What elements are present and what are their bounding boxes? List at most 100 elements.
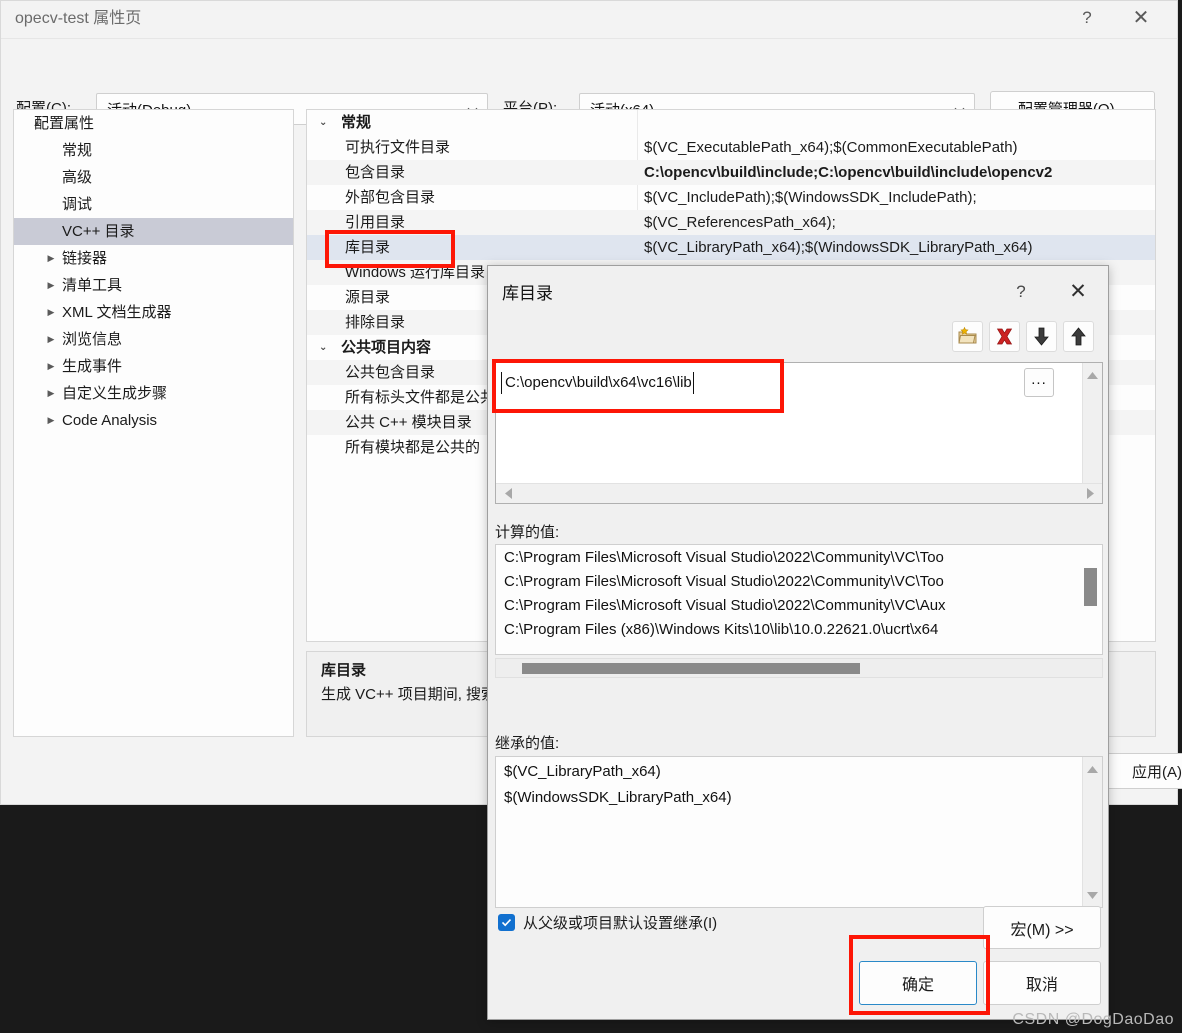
apply-button[interactable]: 应用(A) (1101, 753, 1182, 789)
computed-values-label: 计算的值: (495, 524, 560, 541)
property-category-row[interactable]: ⌄ 常规 (307, 110, 1155, 135)
tree-item-4[interactable]: VC++ 目录 (14, 218, 293, 245)
computed-value-line: C:\Program Files\Microsoft Visual Studio… (504, 573, 944, 590)
tree-item-5[interactable]: ▶ 链接器 (14, 245, 293, 272)
property-row[interactable]: 引用目录 $(VC_ReferencesPath_x64); (307, 210, 1155, 235)
tree-item-3[interactable]: 调试 (14, 191, 293, 218)
tree-item-10[interactable]: ▶ 自定义生成步骤 (14, 380, 293, 407)
inherited-value-line: $(VC_LibraryPath_x64) (504, 763, 661, 780)
move-down-icon[interactable] (1026, 321, 1057, 352)
tree-item-label: 浏览信息 (62, 331, 123, 348)
directories-list[interactable]: C:\opencv\build\x64\vc16\lib ... (495, 362, 1103, 504)
tree-collapse-icon[interactable]: ▶ (42, 245, 60, 272)
dialog-toolbar (952, 321, 1094, 353)
property-row[interactable]: 库目录 $(VC_LibraryPath_x64);$(WindowsSDK_Li… (307, 235, 1155, 260)
directory-edit-input[interactable]: C:\opencv\build\x64\vc16\lib (497, 364, 1055, 404)
scroll-up-icon[interactable] (1083, 366, 1102, 384)
tree-collapse-icon[interactable]: ▶ (42, 326, 60, 353)
tree-item-2[interactable]: 高级 (14, 164, 293, 191)
property-value[interactable]: C:\opencv\build\include;C:\opencv\build\… (644, 160, 1052, 185)
tree-collapse-icon[interactable]: ▶ (42, 407, 60, 434)
browse-button[interactable]: ... (1024, 368, 1054, 397)
tree-collapse-icon[interactable]: ▶ (42, 272, 60, 299)
computed-value-line: C:\Program Files\Microsoft Visual Studio… (504, 549, 944, 566)
inherit-checkbox[interactable] (498, 914, 515, 931)
tree-item-8[interactable]: ▶ 浏览信息 (14, 326, 293, 353)
help-icon[interactable]: ? (1004, 276, 1038, 308)
help-icon[interactable]: ? (1064, 1, 1110, 34)
tree-item-label: 高级 (62, 169, 93, 186)
property-row[interactable]: 可执行文件目录 $(VC_ExecutablePath_x64);$(Common… (307, 135, 1155, 160)
cancel-button[interactable]: 取消 (983, 961, 1101, 1005)
tree-item-label: 清单工具 (62, 277, 123, 294)
tree-item-label: 生成事件 (62, 358, 123, 375)
configuration-tree[interactable]: ▲ 配置属性 常规 高级 调试 VC++ 目录 ▶ 链接器 ▶ 清单工具 ▶ XML 文档生成器 ▶ 浏览… (13, 109, 294, 737)
list-horizontal-scrollbar[interactable] (496, 483, 1102, 503)
tree-item-label: 链接器 (62, 250, 108, 267)
tree-collapse-icon[interactable]: ▶ (42, 353, 60, 380)
tree-item-label: VC++ 目录 (62, 223, 135, 240)
tree-collapse-icon[interactable]: ▶ (42, 299, 60, 326)
tree-item-7[interactable]: ▶ XML 文档生成器 (14, 299, 293, 326)
inherited-values-label: 继承的值: (495, 735, 560, 752)
description-title: 库目录 (321, 662, 367, 679)
tree-item-9[interactable]: ▶ 生成事件 (14, 353, 293, 380)
property-name: 排除目录 (345, 314, 406, 331)
property-value[interactable]: $(VC_LibraryPath_x64);$(WindowsSDK_Libra… (644, 235, 1033, 260)
inherited-value-line: $(WindowsSDK_LibraryPath_x64) (504, 789, 732, 806)
title-bar: opecv-test 属性页 ? ✕ (1, 1, 1177, 37)
tree-item-label: 调试 (62, 196, 93, 213)
property-name: 库目录 (345, 239, 391, 256)
tree-item-label: 配置属性 (34, 115, 95, 132)
chevron-down-icon[interactable]: ⌄ (319, 335, 327, 360)
inherited-vertical-scrollbar[interactable] (1082, 757, 1102, 907)
list-vertical-scrollbar[interactable] (1082, 363, 1102, 503)
inherit-checkbox-label: 从父级或项目默认设置继承(I) (523, 915, 718, 932)
tree-item-1[interactable]: 常规 (14, 137, 293, 164)
scroll-left-icon[interactable] (498, 484, 518, 503)
tree-collapse-icon[interactable]: ▶ (42, 380, 60, 407)
new-folder-icon[interactable] (952, 321, 983, 352)
property-value[interactable]: $(VC_ReferencesPath_x64); (644, 210, 836, 235)
ok-button[interactable]: 确定 (859, 961, 977, 1005)
computed-value-line: C:\Program Files\Microsoft Visual Studio… (504, 597, 946, 614)
move-up-icon[interactable] (1063, 321, 1094, 352)
property-name: 公共项目内容 (341, 339, 432, 356)
property-name: 所有模块都是公共的 (345, 439, 481, 456)
property-row[interactable]: 包含目录 C:\opencv\build\include;C:\opencv\bu… (307, 160, 1155, 185)
property-value[interactable]: $(VC_IncludePath);$(WindowsSDK_IncludePa… (644, 185, 977, 210)
computed-scroll-thumb[interactable] (1084, 568, 1097, 606)
text-cursor-left (501, 372, 502, 394)
scroll-right-icon[interactable] (1080, 484, 1100, 503)
window-title: opecv-test 属性页 (15, 10, 142, 27)
tree-item-6[interactable]: ▶ 清单工具 (14, 272, 293, 299)
close-icon[interactable]: ✕ (1118, 1, 1164, 34)
tree-item-label: 自定义生成步骤 (62, 385, 168, 402)
inherited-values-box[interactable]: $(VC_LibraryPath_x64) $(WindowsSDK_Librar… (495, 756, 1103, 908)
watermark: CSDN @DogDaoDao (1012, 1011, 1174, 1028)
property-row[interactable]: 外部包含目录 $(VC_IncludePath);$(WindowsSDK_Inc… (307, 185, 1155, 210)
macros-button[interactable]: 宏(M) >> (983, 906, 1101, 949)
tree-item-label: Code Analysis (62, 412, 158, 429)
computed-values-box[interactable]: C:\Program Files\Microsoft Visual Studio… (495, 544, 1103, 655)
directory-edit-value: C:\opencv\build\x64\vc16\lib (505, 374, 692, 391)
close-icon[interactable]: ✕ (1060, 274, 1096, 308)
property-name: 源目录 (345, 289, 391, 306)
property-name: 包含目录 (345, 164, 406, 181)
scroll-up-icon[interactable] (1083, 760, 1102, 778)
property-value[interactable]: $(VC_ExecutablePath_x64);$(CommonExecuta… (644, 135, 1018, 160)
property-name: 公共包含目录 (345, 364, 436, 381)
tree-item-11[interactable]: ▶ Code Analysis (14, 407, 293, 434)
delete-icon[interactable] (989, 321, 1020, 352)
computed-horizontal-scrollbar[interactable] (495, 658, 1103, 678)
property-name: 引用目录 (345, 214, 406, 231)
chevron-down-icon[interactable]: ⌄ (319, 110, 327, 135)
property-name: 可执行文件目录 (345, 139, 451, 156)
computed-hscroll-thumb[interactable] (522, 663, 860, 674)
property-name: 外部包含目录 (345, 189, 436, 206)
tree-item-label: XML 文档生成器 (62, 304, 172, 321)
computed-value-line: C:\Program Files (x86)\Windows Kits\10\l… (504, 621, 939, 638)
scroll-down-icon[interactable] (1083, 886, 1102, 904)
property-name: Windows 运行库目录 (345, 264, 486, 281)
tree-item-0[interactable]: ▲ 配置属性 (14, 110, 293, 137)
